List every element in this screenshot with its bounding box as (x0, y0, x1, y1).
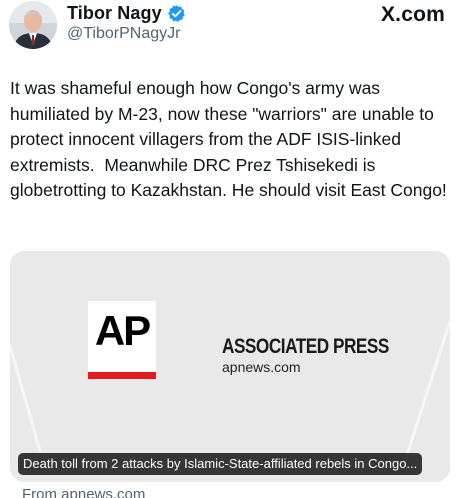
x-logo: X.com (380, 3, 445, 26)
ap-logo-text: AP (94, 307, 151, 354)
tweet-header: Tibor Nagy @TiborPNagyJr X.com (0, 0, 461, 54)
tweet-text: It was shameful enough how Congo's army … (10, 78, 447, 201)
author-name[interactable]: Tibor Nagy (67, 3, 162, 24)
author-avatar[interactable] (9, 1, 57, 49)
verified-badge-icon (167, 4, 186, 23)
ap-logo-bar (88, 372, 156, 379)
person-headshot-icon (9, 1, 57, 49)
link-preview-card[interactable]: AP ASSOCIATED PRESS apnews.com Death tol… (10, 251, 450, 482)
ap-logo: AP (88, 301, 156, 379)
link-source[interactable]: From apnews.com (22, 486, 145, 498)
publisher-name: ASSOCIATED PRESS (222, 335, 389, 358)
publisher-domain: apnews.com (222, 359, 301, 375)
card-headline[interactable]: Death toll from 2 attacks by Islamic-Sta… (18, 453, 423, 475)
author-name-row: Tibor Nagy (67, 2, 186, 24)
tweet-screenshot: Tibor Nagy @TiborPNagyJr X.com It was sh… (0, 0, 461, 498)
author-handle[interactable]: @TiborPNagyJr (67, 25, 180, 43)
